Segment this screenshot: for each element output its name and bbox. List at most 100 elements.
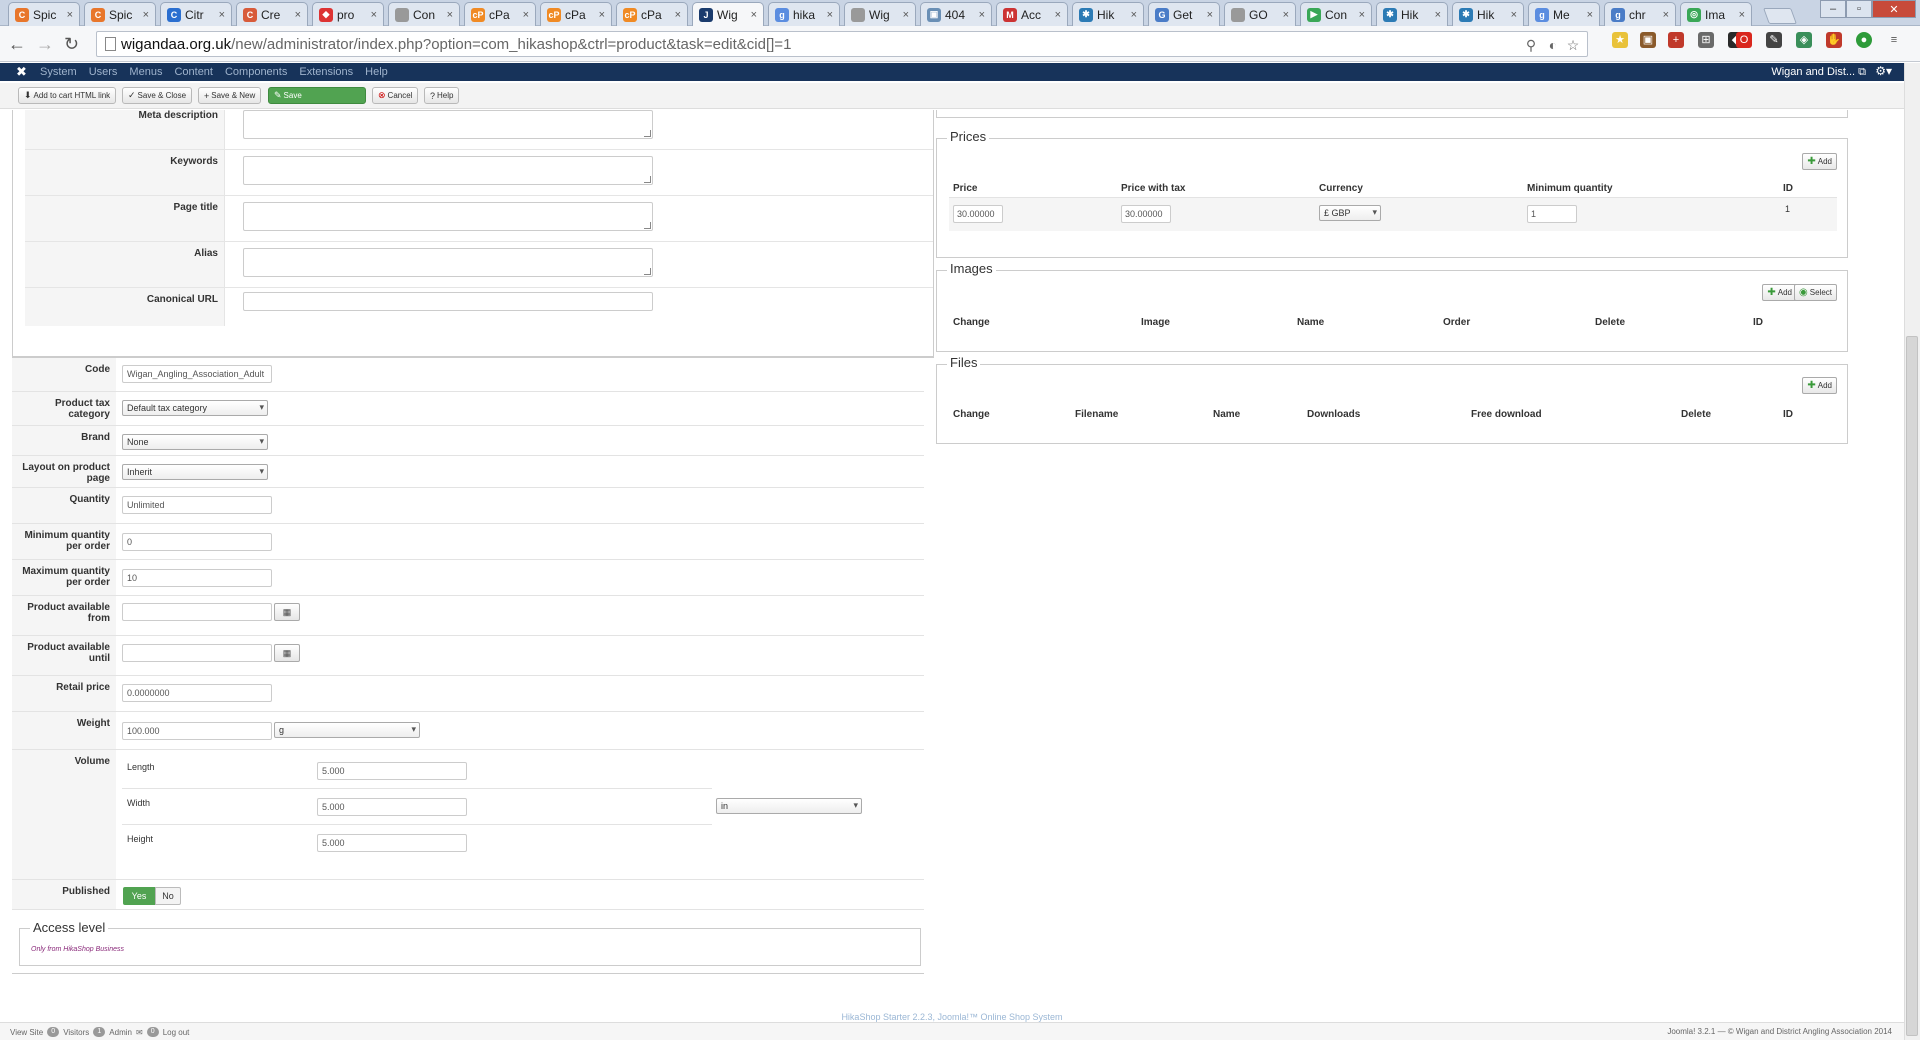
browser-tab[interactable]: GO × — [1224, 2, 1296, 26]
opera-icon[interactable]: O — [1736, 32, 1752, 48]
price-with-tax-input[interactable]: 30.00000 — [1121, 205, 1171, 223]
canonical-url-input[interactable] — [243, 292, 653, 311]
close-tab-icon[interactable]: × — [1663, 9, 1669, 21]
weight-unit-select[interactable]: g — [274, 722, 420, 738]
close-window-button[interactable]: ✕ — [1872, 0, 1916, 18]
min-quantity-input[interactable]: 0 — [122, 533, 272, 551]
browser-tab[interactable]: ◆ pro × — [312, 2, 384, 26]
length-input[interactable]: 5.000 — [317, 762, 467, 780]
close-tab-icon[interactable]: × — [979, 9, 985, 21]
save-new-button[interactable]: + Save & New — [198, 87, 262, 104]
view-site-link[interactable]: View Site — [10, 1028, 43, 1037]
calendar-icon[interactable]: ▦ — [274, 644, 300, 662]
adblock-icon[interactable]: ✋ — [1826, 32, 1842, 48]
browser-tab[interactable]: J Wig × — [692, 2, 764, 26]
calendar-icon[interactable]: ▦ — [274, 603, 300, 621]
search-icon[interactable]: ⚲ — [1523, 37, 1539, 53]
close-tab-icon[interactable]: × — [447, 9, 453, 21]
browser-tab[interactable]: cP cPa × — [616, 2, 688, 26]
currency-select[interactable]: £ GBP — [1319, 205, 1381, 221]
brand-select[interactable]: None — [122, 434, 268, 450]
tax-category-select[interactable]: Default tax category — [122, 400, 268, 416]
max-quantity-input[interactable]: 10 — [122, 569, 272, 587]
browser-tab[interactable]: ◎ Ima × — [1680, 2, 1752, 26]
browser-tab[interactable]: ✱ Hik × — [1452, 2, 1524, 26]
browser-tab[interactable]: cP cPa × — [464, 2, 536, 26]
scrollbar-thumb[interactable] — [1906, 336, 1918, 1036]
add-file-button[interactable]: ✚ Add — [1802, 377, 1837, 394]
browser-tab[interactable]: Con × — [388, 2, 460, 26]
meta-description-textarea[interactable] — [243, 110, 653, 139]
browser-tab[interactable]: ▶ Con × — [1300, 2, 1372, 26]
min-quantity-input[interactable]: 1 — [1527, 205, 1577, 223]
published-no-button[interactable]: No — [155, 887, 181, 905]
available-until-input[interactable] — [122, 644, 272, 662]
quantity-input[interactable]: Unlimited — [122, 496, 272, 514]
bookmark-star-icon[interactable]: ☆ — [1565, 37, 1581, 53]
extension-icon[interactable]: ▣ — [1640, 32, 1656, 48]
admin-menu-item[interactable]: Users — [89, 66, 118, 78]
close-tab-icon[interactable]: × — [751, 9, 757, 21]
browser-tab[interactable]: g hika × — [768, 2, 840, 26]
extension-icon[interactable]: ★ — [1612, 32, 1628, 48]
browser-tab[interactable]: C Spic × — [84, 2, 156, 26]
browser-tab[interactable]: M Acc × — [996, 2, 1068, 26]
close-tab-icon[interactable]: × — [67, 9, 73, 21]
published-yes-button[interactable]: Yes — [123, 887, 155, 905]
add-price-button[interactable]: ✚ Add — [1802, 153, 1837, 170]
extension-icon[interactable]: ✎ — [1766, 32, 1782, 48]
reload-icon[interactable]: ↻ — [64, 34, 79, 55]
admin-menu-item[interactable]: Help — [365, 66, 388, 78]
save-close-button[interactable]: ✓ Save & Close — [122, 87, 193, 104]
back-icon[interactable]: ← — [8, 34, 26, 55]
close-tab-icon[interactable]: × — [1587, 9, 1593, 21]
keywords-textarea[interactable] — [243, 156, 653, 185]
layout-select[interactable]: Inherit — [122, 464, 268, 480]
close-tab-icon[interactable]: × — [675, 9, 681, 21]
code-input[interactable]: Wigan_Angling_Association_Adult — [122, 365, 272, 383]
browser-tab[interactable]: cP cPa × — [540, 2, 612, 26]
cancel-button[interactable]: ⊗ Cancel — [372, 87, 419, 104]
close-tab-icon[interactable]: × — [1511, 9, 1517, 21]
add-to-cart-html-button[interactable]: ⬇ Add to cart HTML link — [18, 87, 117, 104]
close-tab-icon[interactable]: × — [599, 9, 605, 21]
help-button[interactable]: ? Help — [424, 87, 460, 104]
extension-icon[interactable]: ● — [1856, 32, 1872, 48]
close-tab-icon[interactable]: × — [1359, 9, 1365, 21]
close-tab-icon[interactable]: × — [523, 9, 529, 21]
browser-tab[interactable]: C Cre × — [236, 2, 308, 26]
height-input[interactable]: 5.000 — [317, 834, 467, 852]
menu-icon[interactable]: ≡ — [1886, 32, 1902, 48]
close-tab-icon[interactable]: × — [1435, 9, 1441, 21]
close-tab-icon[interactable]: × — [827, 9, 833, 21]
width-input[interactable]: 5.000 — [317, 798, 467, 816]
minimize-button[interactable]: – — [1820, 0, 1846, 18]
forward-icon[interactable]: → — [36, 34, 54, 55]
browser-tab[interactable]: g chr × — [1604, 2, 1676, 26]
close-tab-icon[interactable]: × — [1055, 9, 1061, 21]
select-image-button[interactable]: ◉ Select — [1794, 284, 1837, 301]
available-from-input[interactable] — [122, 603, 272, 621]
admin-menu-item[interactable]: Menus — [129, 66, 162, 78]
site-link[interactable]: Wigan and Dist... ⧉ — [1771, 66, 1866, 79]
browser-tab[interactable]: Wig × — [844, 2, 916, 26]
new-tab-button[interactable] — [1763, 8, 1797, 24]
close-tab-icon[interactable]: × — [903, 9, 909, 21]
browser-tab[interactable]: C Spic × — [8, 2, 80, 26]
hikashop-footer[interactable]: HikaShop Starter 2.2.3, Joomla!™ Online … — [0, 1012, 1904, 1022]
translate-icon[interactable]: ◐ — [1545, 37, 1561, 53]
close-tab-icon[interactable]: × — [1131, 9, 1137, 21]
admin-menu-item[interactable]: Content — [174, 66, 213, 78]
extension-icon[interactable]: ◈ — [1796, 32, 1812, 48]
close-tab-icon[interactable]: × — [1739, 9, 1745, 21]
close-tab-icon[interactable]: × — [295, 9, 301, 21]
browser-tab[interactable]: g Me × — [1528, 2, 1600, 26]
page-title-textarea[interactable] — [243, 202, 653, 231]
close-tab-icon[interactable]: × — [219, 9, 225, 21]
close-tab-icon[interactable]: × — [1207, 9, 1213, 21]
browser-tab[interactable]: C Citr × — [160, 2, 232, 26]
joomla-logo-icon[interactable]: ✖ — [16, 64, 27, 80]
admin-menu-item[interactable]: Extensions — [299, 66, 353, 78]
add-image-button[interactable]: ✚ Add — [1762, 284, 1797, 301]
address-bar[interactable]: wigandaa.org.uk/new/administrator/index.… — [96, 31, 1588, 57]
